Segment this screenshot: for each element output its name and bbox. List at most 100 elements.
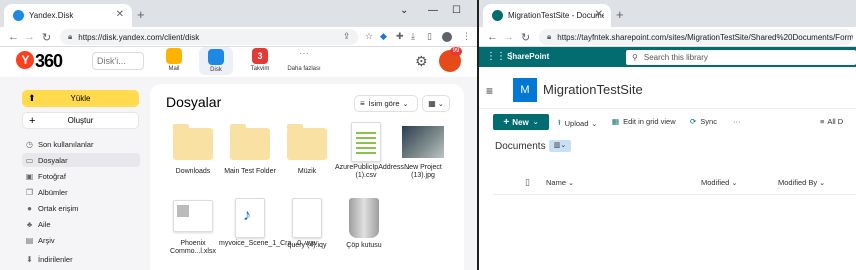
- clock-icon: ◷: [26, 139, 33, 149]
- service-calendar[interactable]: 3 Takvim: [243, 48, 277, 72]
- column-header-modified[interactable]: Modified ⌄: [701, 178, 737, 187]
- maximize-icon[interactable]: ☐: [452, 5, 461, 16]
- file-item[interactable]: AzurePublicIpAddress...(1).csv: [335, 122, 410, 180]
- sidebar-item-family[interactable]: ♣ Aile: [22, 217, 140, 231]
- more-dots-icon: ···: [299, 48, 309, 59]
- sort-dropdown[interactable]: ≡ İsim göre ⌄: [354, 95, 418, 112]
- tab-sharepoint[interactable]: MigrationTestSite - Documents - A ✕: [483, 4, 611, 27]
- service-mail[interactable]: Mail: [157, 48, 191, 72]
- sync-button[interactable]: ⟳ Sync: [690, 117, 717, 126]
- back-icon[interactable]: ←: [487, 31, 498, 43]
- share-icon: ●: [27, 203, 32, 213]
- file-item[interactable]: Downloads: [162, 124, 224, 176]
- folder-icon: [173, 124, 213, 160]
- more-commands-button[interactable]: ···: [733, 117, 741, 126]
- service-disk[interactable]: Disk: [199, 47, 233, 75]
- file-item[interactable]: ♪ myvoice_Scene_1_Cra...0..wav: [219, 198, 317, 248]
- close-tab-icon[interactable]: ✕: [595, 9, 603, 20]
- share-icon[interactable]: ⇪: [343, 31, 351, 42]
- view-selector[interactable]: ≡ All D: [820, 117, 843, 126]
- hamburger-menu-icon[interactable]: ≡: [486, 84, 493, 98]
- library-search-input[interactable]: ⚲ Search this library: [626, 50, 856, 65]
- back-icon[interactable]: ←: [8, 31, 19, 43]
- file-item[interactable]: Çöp kutusu: [333, 198, 395, 250]
- trash-bin-icon: [349, 198, 379, 238]
- forward-icon[interactable]: →: [503, 31, 514, 43]
- sidebar-item-files[interactable]: ▭ Dosyalar: [22, 153, 140, 167]
- file-item[interactable]: New Project (13).jpg: [392, 122, 454, 180]
- minimize-icon[interactable]: —: [428, 5, 438, 16]
- document-icon: [292, 198, 322, 238]
- photo-icon: ▣: [25, 171, 34, 181]
- sharepoint-brand[interactable]: SharePoint: [507, 52, 549, 61]
- sharepoint-favicon: [492, 10, 503, 21]
- upload-button[interactable]: ⭱ Upload ⌄: [558, 117, 597, 130]
- grid-icon: ▦: [612, 117, 620, 126]
- extension-icon[interactable]: ◆: [380, 31, 387, 42]
- sidebar-item-photos[interactable]: ▣ Fotoğraf: [22, 169, 140, 183]
- lock-icon: 🔒︎: [547, 32, 552, 41]
- sidebar-item-recent[interactable]: ◷ Son kullanılanlar: [22, 137, 140, 151]
- url-field[interactable]: 🔒︎ https://disk.yandex.com/client/disk: [60, 29, 358, 45]
- sidebar-item-downloads[interactable]: ⬇ İndirilenler: [22, 252, 140, 266]
- create-button[interactable]: + Oluştur: [22, 112, 139, 129]
- folder-icon: [230, 124, 270, 160]
- puzzle-icon[interactable]: ✚: [396, 31, 404, 42]
- file-item[interactable]: Müzik: [276, 124, 338, 176]
- reload-icon[interactable]: ↻: [521, 31, 530, 44]
- logo-text: 360: [35, 51, 63, 71]
- settings-gear-icon[interactable]: ⚙: [415, 53, 428, 70]
- service-more[interactable]: ··· Daha fazlası: [285, 48, 323, 72]
- view-options-icon[interactable]: ▥⌄: [549, 140, 571, 152]
- file-item[interactable]: Main Test Folder: [219, 124, 281, 176]
- site-logo-tile[interactable]: M: [513, 78, 537, 102]
- new-tab-icon[interactable]: +: [616, 7, 624, 22]
- new-button[interactable]: + New ⌄: [493, 114, 549, 130]
- yandex-360-logo[interactable]: Y 360: [16, 51, 63, 72]
- chevron-down-icon[interactable]: ⌄: [400, 5, 408, 16]
- column-header-name[interactable]: Name ⌄: [546, 178, 574, 187]
- tab-yandex-disk[interactable]: Yandex.Disk ✕: [4, 4, 132, 27]
- address-bar-row: ← → ↻ 🔒︎ https://disk.yandex.com/client/…: [0, 27, 477, 47]
- sidebar-item-label: Ortak erişim: [38, 203, 79, 213]
- menu-dots-icon[interactable]: ⋮: [462, 31, 471, 42]
- forward-icon[interactable]: →: [24, 31, 35, 43]
- edit-grid-view-button[interactable]: ▦ Edit in grid view: [612, 117, 676, 126]
- reload-icon[interactable]: ↻: [42, 31, 51, 44]
- file-name: Müzik: [297, 168, 317, 175]
- view-toggle[interactable]: ▦ ⌄: [422, 95, 450, 112]
- file-name: Çöp kutusu: [346, 242, 382, 249]
- chevron-down-icon: ⌄: [591, 120, 598, 128]
- album-icon: ❐: [25, 187, 34, 197]
- star-icon[interactable]: ☆: [365, 31, 373, 42]
- breadcrumb[interactable]: Documents: [495, 141, 546, 152]
- sync-label: Sync: [700, 117, 717, 126]
- file-item[interactable]: query (4).iqy: [276, 198, 338, 250]
- spreadsheet-icon: [351, 122, 381, 162]
- sidebar-item-albums[interactable]: ❐ Albümler: [22, 185, 140, 199]
- upload-label: Yükle: [70, 94, 91, 103]
- upload-icon: ⬆: [28, 93, 36, 103]
- address-bar-row: ← → ↻ 🔒︎ https://tayfntek.sharepoint.com…: [479, 27, 856, 47]
- family-icon: ♣: [26, 219, 33, 229]
- close-tab-icon[interactable]: ✕: [116, 9, 124, 20]
- mail-icon: [166, 48, 182, 64]
- disk-search-input[interactable]: Disk'i...: [92, 52, 144, 70]
- grid-label: Edit in grid view: [623, 117, 676, 126]
- service-label: Takvim: [250, 66, 270, 72]
- file-item[interactable]: Phoenix Commo...l.xlsx: [162, 200, 224, 256]
- column-label: Modified By: [778, 178, 818, 187]
- sidebar-item-archive[interactable]: ▤ Arşiv: [22, 233, 140, 247]
- profile-icon[interactable]: [442, 32, 452, 42]
- sidebar-item-shared[interactable]: ● Ortak erişim: [22, 201, 140, 215]
- site-title[interactable]: MigrationTestSite: [543, 82, 643, 97]
- url-field[interactable]: 🔒︎ https://tayfntek.sharepoint.com/sites…: [539, 29, 853, 45]
- upload-button[interactable]: ⬆ Yükle: [22, 90, 139, 107]
- archive-icon: ▤: [25, 235, 34, 245]
- download-icon[interactable]: ⤓: [411, 31, 415, 42]
- new-tab-icon[interactable]: +: [137, 7, 145, 22]
- sidebar-icon[interactable]: ▯: [427, 31, 432, 42]
- column-header-modified-by[interactable]: Modified By ⌄: [778, 178, 825, 187]
- file-name: Phoenix Commo...l.xlsx: [170, 240, 216, 255]
- header-divider: [493, 194, 856, 195]
